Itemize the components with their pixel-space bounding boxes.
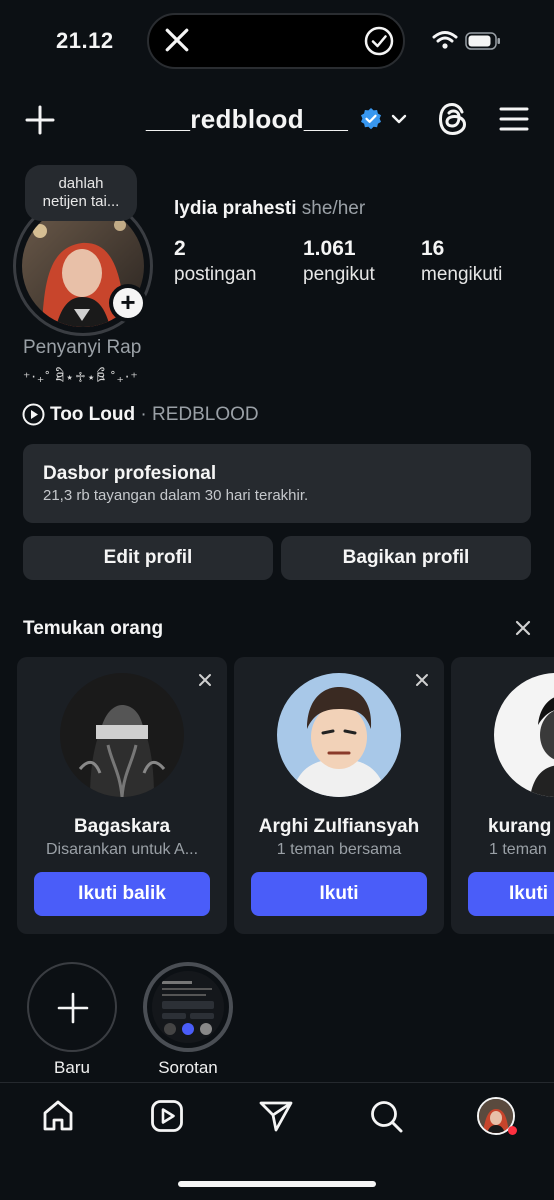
posts-count[interactable]: 2 — [174, 237, 186, 261]
pronouns: she/her — [301, 198, 366, 219]
share-profile-button[interactable]: Bagikan profil — [281, 536, 531, 580]
verified-badge-icon — [361, 108, 381, 130]
following-count[interactable]: 16 — [421, 237, 444, 261]
x-logo-icon — [165, 28, 189, 52]
suggestion-card[interactable]: Bagaskara Disarankan untuk A... Ikuti ba… — [17, 657, 227, 934]
nav-divider — [0, 1082, 554, 1083]
followers-label[interactable]: pengikut — [303, 264, 375, 286]
edit-profile-button[interactable]: Edit profil — [23, 536, 273, 580]
suggestion-name: Arghi Zulfiansyah — [258, 816, 420, 837]
profile-username[interactable]: ___redblood___ — [146, 104, 348, 135]
suggestion-avatar[interactable] — [60, 673, 184, 797]
highlight-label-sorotan: Sorotan — [158, 1058, 218, 1077]
home-indicator — [178, 1181, 376, 1187]
plus-icon — [57, 992, 89, 1024]
note-text-line: dahlah — [58, 175, 104, 192]
highlight-label-new: Baru — [54, 1058, 90, 1077]
reels-icon[interactable] — [149, 1098, 185, 1134]
notification-dot — [508, 1126, 517, 1135]
battery-icon — [465, 32, 500, 50]
follow-button[interactable]: Ikuti — [468, 872, 554, 916]
dashboard-subtitle: 21,3 rb tayangan dalam 30 hari terakhir. — [43, 487, 309, 504]
checkmark-circle-icon — [364, 26, 394, 56]
professional-dashboard[interactable]: Dasbor profesional 21,3 rb tayangan dala… — [23, 444, 531, 523]
note-bubble[interactable]: dahlah netijen tai... — [25, 165, 137, 221]
menu-icon[interactable] — [498, 104, 530, 134]
discover-people-title: Temukan orang — [23, 618, 164, 639]
plus-icon: + — [113, 288, 143, 318]
full-name-text: lydia prahesti — [174, 198, 297, 219]
plus-icon[interactable] — [24, 104, 56, 136]
following-label[interactable]: mengikuti — [421, 264, 502, 286]
search-icon[interactable] — [368, 1098, 404, 1134]
suggestion-card[interactable]: Arghi Zulfiansyah 1 teman bersama Ikuti — [234, 657, 444, 934]
close-icon[interactable] — [515, 620, 531, 636]
music-separator: · — [135, 404, 153, 425]
status-time: 21.12 — [56, 28, 114, 53]
highlight-sorotan[interactable] — [152, 971, 224, 1043]
follow-back-button[interactable]: Ikuti balik — [34, 872, 210, 916]
suggestion-subtitle: 1 teman bersama — [276, 841, 402, 858]
posts-label[interactable]: postingan — [174, 264, 256, 286]
dashboard-title: Dasbor profesional — [43, 463, 217, 484]
music-title: Too Loud — [50, 404, 136, 425]
profile-full-name: lydia prahesti she/her — [174, 198, 365, 220]
threads-icon[interactable] — [436, 101, 470, 137]
wifi-icon — [432, 31, 458, 49]
play-circle-icon[interactable] — [22, 403, 45, 426]
send-icon[interactable] — [258, 1098, 294, 1134]
music-artist: REDBLOOD — [152, 404, 259, 425]
followers-count[interactable]: 1.061 — [303, 237, 356, 261]
chevron-down-icon[interactable] — [390, 112, 408, 126]
suggestion-avatar[interactable] — [494, 673, 554, 797]
home-icon[interactable] — [40, 1098, 76, 1134]
suggestion-subtitle: 1 teman — [489, 841, 547, 858]
suggestion-name: Bagaskara — [73, 816, 171, 837]
close-icon[interactable] — [415, 673, 429, 687]
suggestion-avatar[interactable] — [277, 673, 401, 797]
close-icon[interactable] — [198, 673, 212, 687]
new-highlight-button[interactable] — [27, 962, 117, 1052]
add-story-button[interactable]: + — [109, 284, 147, 322]
suggestion-card[interactable]: kurang 1 teman Ikuti — [451, 657, 554, 934]
profile-category: Penyanyi Rap — [23, 337, 142, 358]
note-text-line: netijen tai... — [42, 193, 120, 210]
profile-music[interactable]: Too Loud · REDBLOOD — [50, 404, 259, 426]
bio-text: ⁺‧₊˚ ཐི⋆♱⋆ཋྀ ˚₊‧⁺ — [23, 369, 139, 385]
suggestion-name: kurang — [488, 816, 552, 837]
suggestion-subtitle: Disarankan untuk A... — [45, 841, 199, 858]
follow-button[interactable]: Ikuti — [251, 872, 427, 916]
